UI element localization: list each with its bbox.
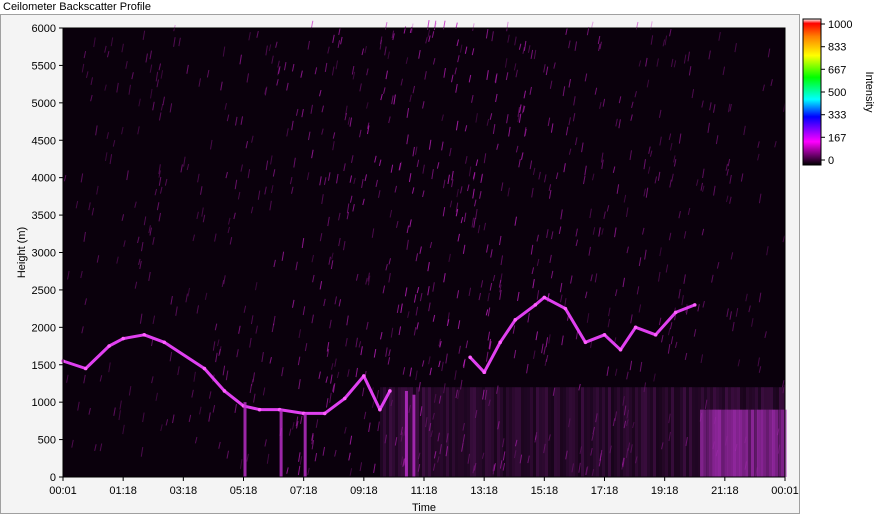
layer-point: [362, 374, 366, 378]
colorbar-gradient: [802, 18, 822, 166]
colorbar-label: Intensity: [863, 72, 875, 113]
layer-point: [673, 310, 678, 315]
backscatter-chart: 0500100015002000250030003500400045005000…: [16, 18, 875, 514]
layer-point: [618, 347, 623, 352]
x-tick-label: 05:18: [230, 485, 258, 497]
y-tick-label: 3500: [32, 210, 56, 222]
y-axis-label: Height (m): [16, 227, 28, 278]
x-tick-label: 03:18: [170, 485, 198, 497]
x-tick-label: 11:18: [411, 485, 438, 497]
layer-point: [83, 366, 88, 371]
y-tick-label: 1500: [32, 360, 56, 372]
layer-point: [583, 340, 588, 345]
colorbar: 0 167 333 500 667 833 1000 Intensity: [802, 18, 875, 167]
y-tick-label: 0: [50, 472, 56, 484]
y-tick-label: 2500: [32, 285, 56, 297]
layer-point: [542, 295, 547, 300]
x-tick-label: 19:18: [651, 485, 679, 497]
x-tick-label: 13:18: [470, 485, 498, 497]
y-tick-label: 5000: [32, 98, 56, 110]
layer-point: [653, 333, 658, 337]
x-axis-label: Time: [412, 502, 436, 514]
layer-point: [633, 325, 638, 330]
layer-point: [202, 366, 207, 371]
y-tick-label: 2000: [32, 322, 56, 334]
layer-point: [142, 333, 147, 337]
layer-point: [602, 333, 607, 337]
layer-point: [692, 303, 697, 307]
colorbar-tick-label: 333: [828, 110, 846, 122]
x-tick-label: 17:18: [591, 485, 619, 497]
plot-area: [61, 20, 787, 477]
low-level-band: [380, 387, 787, 477]
layer-point: [162, 340, 167, 345]
x-tick-label: 09:18: [350, 485, 378, 497]
layer-point: [533, 303, 538, 307]
layer-point: [563, 306, 568, 311]
y-tick-label: 500: [38, 435, 56, 447]
layer-point: [513, 318, 518, 322]
y-tick-label: 4000: [32, 173, 56, 185]
layer-point: [222, 389, 227, 393]
x-tick-label: 15:18: [531, 485, 559, 497]
y-tick-label: 6000: [32, 23, 56, 35]
y-tick-label: 1000: [32, 397, 56, 409]
layer-point: [468, 355, 472, 360]
layer-point: [378, 407, 382, 412]
layer-point: [388, 389, 392, 393]
x-tick-label: 00:01: [49, 485, 77, 497]
x-tick-label: 01:18: [109, 485, 137, 497]
y-tick-label: 4500: [32, 135, 56, 147]
x-tick-label: 07:18: [290, 485, 318, 497]
x-tick-label: 21:18: [711, 485, 739, 497]
y-tick-label: 3000: [32, 248, 56, 260]
colorbar-tick-label: 833: [828, 42, 846, 54]
colorbar-tick-label: 0: [828, 155, 834, 167]
colorbar-tick-label: 500: [828, 87, 846, 99]
layer-point: [121, 336, 125, 341]
y-tick-label: 5500: [32, 60, 56, 72]
x-tick-label: 00:01: [771, 485, 799, 497]
layer-point: [498, 340, 503, 345]
layer-point: [342, 396, 347, 401]
colorbar-tick-label: 667: [828, 64, 846, 76]
layer-point: [107, 344, 111, 348]
layer-point: [322, 411, 327, 416]
layer-point: [482, 370, 486, 375]
colorbar-tick-label: 167: [828, 132, 846, 144]
colorbar-tick-label: 1000: [828, 19, 852, 31]
layer-point: [257, 407, 262, 412]
